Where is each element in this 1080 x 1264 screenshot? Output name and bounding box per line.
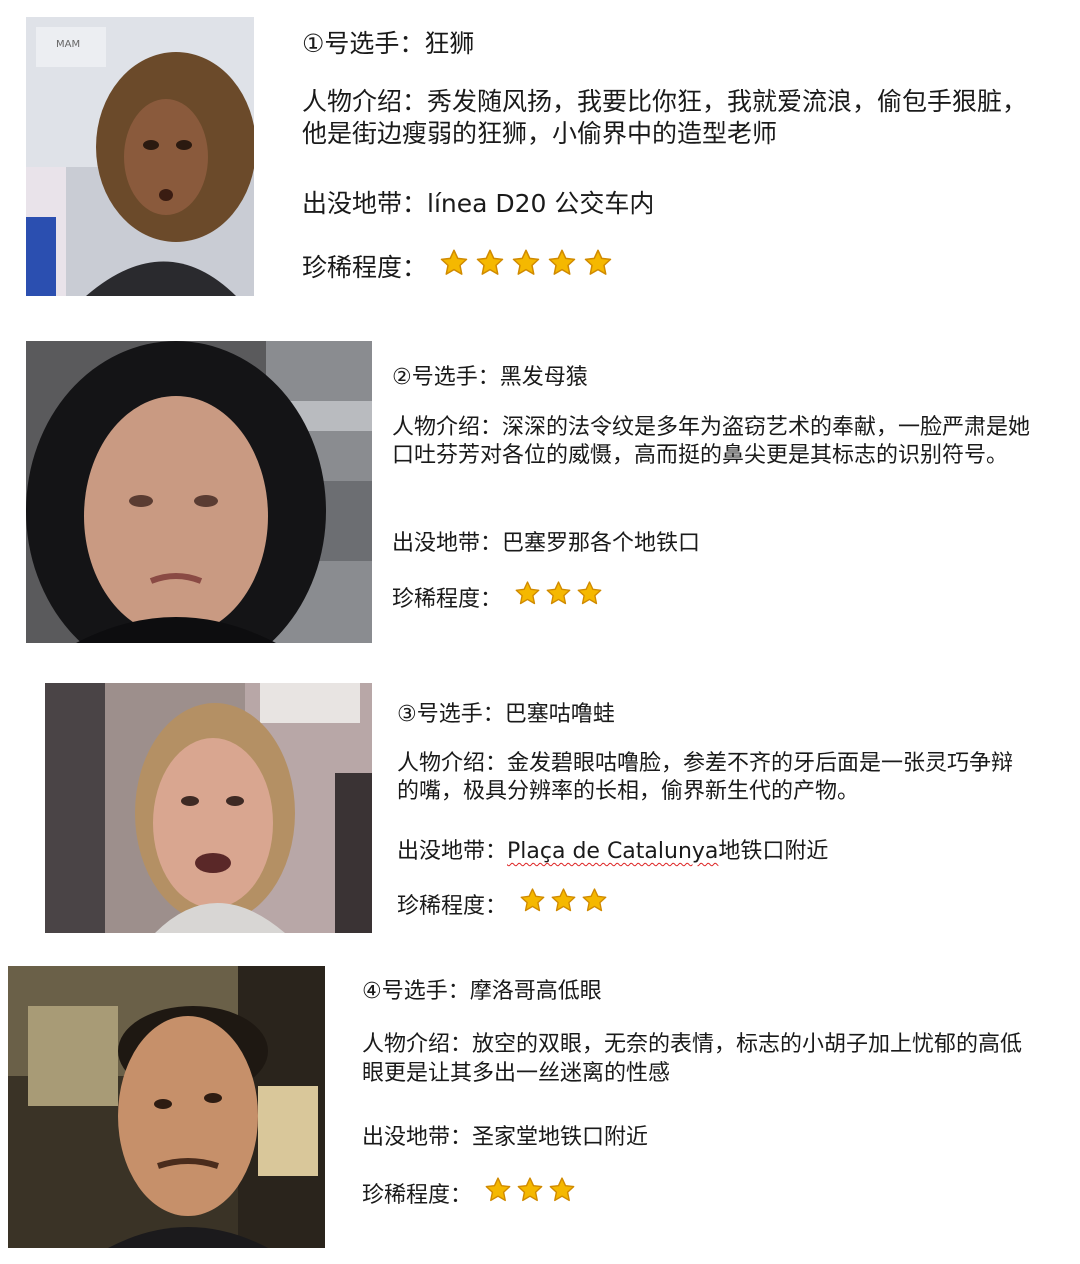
location-label: 出没地带： [362,1125,473,1150]
rarity-label: 珍稀程度： [392,586,503,612]
star-icon [519,887,546,914]
star-icon [484,1176,512,1204]
contestant-location: 出没地带：圣家堂地铁口附近 [362,1119,648,1151]
location-label: 出没地带： [302,189,428,218]
star-icon [475,248,505,278]
location-value-rest: 地铁口附近 [718,839,829,864]
star-icon [583,248,613,278]
contestant-photo-4 [8,966,325,1248]
location-value-underlined: Plaça de Catalunya [507,839,719,864]
star-icon [550,887,577,914]
star-icon [511,248,541,278]
contestant-rarity: 珍稀程度： [302,248,619,284]
contestant-location: 出没地带：línea D20 公交车内 [302,184,654,220]
rarity-label: 珍稀程度： [362,1183,473,1208]
contestant-title: ③号选手：巴塞咕噜蛙 [397,702,615,727]
star-icon [516,1176,544,1204]
star-icon [545,580,572,607]
star-icon [514,580,541,607]
location-value: 圣家堂地铁口附近 [472,1125,649,1150]
location-label: 出没地带： [397,839,508,864]
contestant-intro: 人物介绍：金发碧眼咕噜脸，参差不齐的牙后面是一张灵巧争辩的嘴，极具分辨率的长相，… [397,751,1014,804]
location-value: línea D20 公交车内 [427,189,655,218]
rarity-stars [514,580,607,613]
location-label: 出没地带： [392,531,503,556]
star-icon [439,248,469,278]
location-value: 巴塞罗那各个地铁口 [502,531,701,556]
contestant-rarity: 珍稀程度： [397,887,612,920]
rarity-stars [519,887,612,920]
contestant-rarity: 珍稀程度： [362,1176,580,1210]
contestant-photo-2 [26,341,372,643]
contestant-title: ④号选手：摩洛哥高低眼 [362,979,602,1004]
star-icon [581,887,608,914]
contestant-intro: 人物介绍：放空的双眼，无奈的表情，标志的小胡子加上忧郁的高低眼更是让其多出一丝迷… [362,1032,1023,1086]
photo-sign-text: MAM [56,39,80,50]
contestant-title: ①号选手：狂狮 [302,29,475,58]
star-icon [548,1176,576,1204]
contestant-location: 出没地带：巴塞罗那各个地铁口 [392,525,700,557]
contestant-photo-1: MAM [26,17,254,296]
rarity-label: 珍稀程度： [397,893,508,919]
contestant-intro: 人物介绍：秀发随风扬，我要比你狂，我就爱流浪，偷包手狠脏，他是街边瘦弱的狂狮，小… [302,87,1028,148]
contestant-intro: 人物介绍：深深的法令纹是多年为盗窃艺术的奉献，一脸严肃是她口吐芬芳对各位的威慑，… [392,415,1031,468]
contestant-title: ②号选手：黑发母猿 [392,365,588,390]
contestant-location: 出没地带：Plaça de Catalunya地铁口附近 [397,833,828,865]
contestant-photo-3 [45,683,372,933]
rarity-stars [484,1176,580,1210]
rarity-label: 珍稀程度： [302,253,428,282]
rarity-stars [439,248,619,284]
star-icon [547,248,577,278]
star-icon [576,580,603,607]
contestant-rarity: 珍稀程度： [392,580,607,613]
